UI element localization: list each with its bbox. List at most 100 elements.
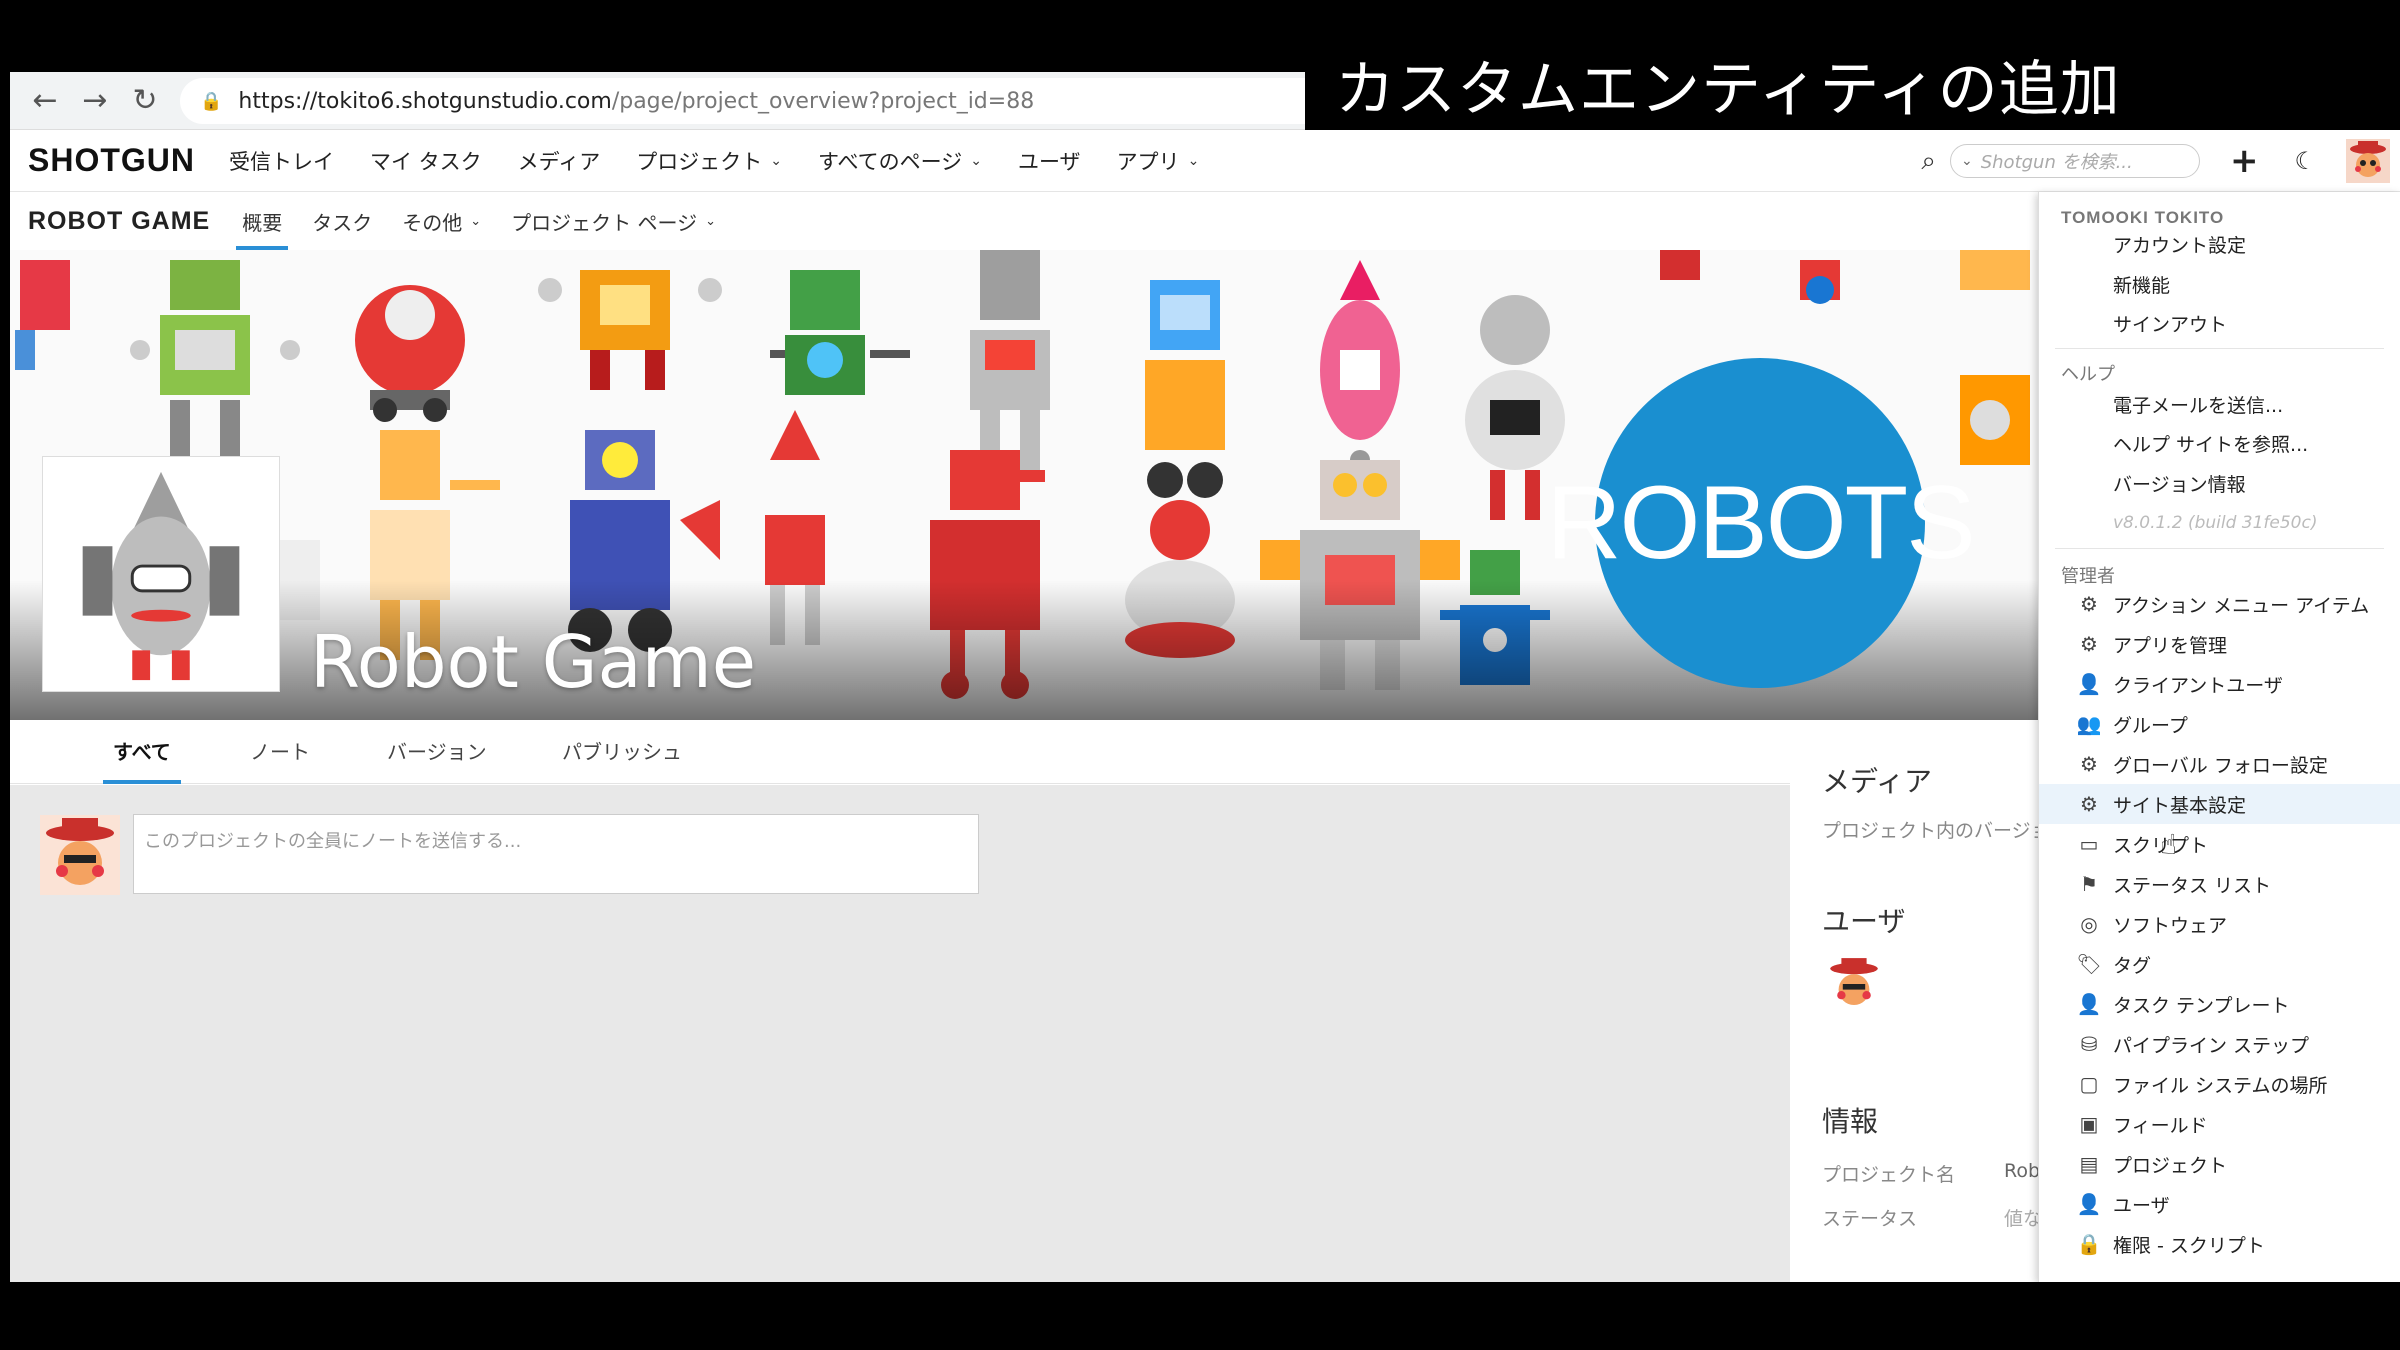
tab-other[interactable]: その他 ⌄ <box>402 192 481 250</box>
menu-item-label: パイプライン ステップ <box>2113 1034 2310 1057</box>
search-input[interactable]: ⌄ Shotgun を検索... <box>1949 144 2200 178</box>
nav-apps[interactable]: アプリ ⌄ <box>1117 146 1200 176</box>
robots-logo: ROBOTS <box>1546 358 1976 688</box>
menu-item-action-menu-items[interactable]: ⚙ アクション メニュー アイテム <box>2039 584 2400 624</box>
nav-label: すべてのページ <box>817 149 963 174</box>
browser-window: ← → ↻ 🔒 https://tokito6.shotgunstudio.co… <box>10 72 2400 1282</box>
menu-item-version-info[interactable]: バージョン情報 <box>2039 463 2400 503</box>
menu-item-client-users[interactable]: 👤 クライアントユーザ <box>2039 664 2400 704</box>
tab-project-pages[interactable]: プロジェクト ページ ⌄ <box>511 192 716 250</box>
tab-notes[interactable]: ノート <box>250 720 310 784</box>
fields-icon: ▣ <box>2079 1112 2099 1136</box>
menu-section-help: ヘルプ <box>2061 364 2115 385</box>
menu-item-task-templates[interactable]: 👤 タスク テンプレート <box>2039 984 2400 1024</box>
nav-projects[interactable]: プロジェクト ⌄ <box>636 146 782 176</box>
user-avatar[interactable] <box>1826 956 1882 1012</box>
menu-divider <box>2055 548 2384 549</box>
menu-item-site-preferences[interactable]: ⚙ サイト基本設定 <box>2039 784 2400 824</box>
tab-publishes[interactable]: パブリッシュ <box>562 720 682 784</box>
menu-item-label: アカウント設定 <box>2113 234 2247 257</box>
users-icon: 👤 <box>2076 1192 2102 1216</box>
search-icon[interactable]: ⌕ <box>1921 146 1936 177</box>
menu-item-scripts[interactable]: ▭ スクリプト <box>2039 824 2400 864</box>
client-users-icon: 👤 <box>2076 672 2102 696</box>
back-icon[interactable]: ← <box>20 72 70 130</box>
menu-item-file-system-locations[interactable]: ▢ ファイル システムの場所 <box>2039 1064 2400 1104</box>
menu-item-global-follow-settings[interactable]: ⚙ グローバル フォロー設定 <box>2039 744 2400 784</box>
menu-item-label: サインアウト <box>2113 313 2228 336</box>
menu-item-tags[interactable]: 🏷 タグ <box>2039 944 2400 984</box>
moon-icon[interactable]: ☾ <box>2294 147 2316 175</box>
menu-item-label: サイト基本設定 <box>2113 794 2247 817</box>
groups-icon: 👥 <box>2076 712 2102 736</box>
nav-inbox[interactable]: 受信トレイ <box>229 146 334 176</box>
search-placeholder: Shotgun を検索... <box>1980 152 2133 173</box>
nav-users[interactable]: ユーザ <box>1018 146 1081 176</box>
nav-label: 受信トレイ <box>229 149 334 174</box>
activity-tabs: すべて ノート バージョン パブリッシュ <box>10 720 1790 784</box>
url-path: /page/project_overview?project_id=88 <box>611 88 1035 114</box>
tab-overview[interactable]: 概要 <box>236 192 289 250</box>
user-avatar[interactable] <box>2346 139 2390 183</box>
tab-all[interactable]: すべて <box>103 720 181 784</box>
url-host: https://tokito6.shotgunstudio.com <box>238 88 612 114</box>
reload-icon[interactable]: ↻ <box>120 72 170 130</box>
menu-item-label: クライアントユーザ <box>2113 674 2283 697</box>
permissions-scripts-icon: 🔒 <box>2076 1232 2102 1256</box>
user-avatar <box>40 815 120 895</box>
menu-item-label: 権限 - スクリプト <box>2113 1234 2265 1257</box>
chevron-down-icon[interactable]: ⌄ <box>1961 153 1973 169</box>
menu-item-users[interactable]: 👤 ユーザ <box>2039 1184 2400 1224</box>
note-input[interactable]: このプロジェクトの全員にノートを送信する... <box>133 814 979 894</box>
tags-icon: 🏷 <box>2076 952 2102 976</box>
menu-item-manage-apps[interactable]: ⚙ アプリを管理 <box>2039 624 2400 664</box>
tab-tasks[interactable]: タスク <box>312 192 372 250</box>
nav-label: メディア <box>517 149 601 174</box>
site-preferences-icon: ⚙ <box>2080 792 2098 816</box>
menu-item-whats-new[interactable]: 新機能 <box>2039 264 2400 304</box>
chevron-down-icon: ⌄ <box>770 152 782 169</box>
menu-item-software[interactable]: ◎ ソフトウェア <box>2039 904 2400 944</box>
user-menu-dropdown: TOMOOKI TOKITO アカウント設定 新機能 サインアウト ヘルプ 電子… <box>2038 192 2400 1282</box>
tab-label: プロジェクト ページ <box>511 210 698 235</box>
forward-icon[interactable]: → <box>70 72 120 130</box>
menu-item-groups[interactable]: 👥 グループ <box>2039 704 2400 744</box>
menu-item-pipeline-steps[interactable]: ⛁ パイプライン ステップ <box>2039 1024 2400 1064</box>
project-title[interactable]: ROBOT GAME <box>28 207 210 236</box>
app-header: SHOTGUN 受信トレイ マイ タスク メディア プロジェクト ⌄ すべてのペー… <box>10 130 2400 192</box>
menu-item-send-email[interactable]: 電子メールを送信... <box>2039 384 2400 424</box>
menu-item-label: バージョン情報 <box>2113 473 2246 496</box>
menu-item-help-site[interactable]: ヘルプ サイトを参照... <box>2039 423 2400 463</box>
info-label: プロジェクト名 <box>1822 1164 1956 1186</box>
action-menu-items-icon: ⚙ <box>2080 592 2098 616</box>
users-title: ユーザ <box>1822 905 1906 938</box>
chevron-down-icon: ⌄ <box>970 152 982 169</box>
nav-my-tasks[interactable]: マイ タスク <box>370 146 482 176</box>
menu-item-account-settings[interactable]: アカウント設定 <box>2039 224 2400 264</box>
info-value[interactable]: 値な <box>2004 1204 2042 1231</box>
project-thumbnail[interactable] <box>42 456 280 692</box>
project-banner: ROBOTS Robot Game <box>10 250 2050 720</box>
nav-all-pages[interactable]: すべてのページ ⌄ <box>818 146 982 176</box>
nav-label: プロジェクト <box>636 149 763 174</box>
menu-divider <box>2055 348 2384 349</box>
menu-item-label: ユーザ <box>2113 1194 2170 1217</box>
nav-label: アプリ <box>1116 149 1180 174</box>
menu-item-projects[interactable]: ▤ プロジェクト <box>2039 1144 2400 1184</box>
menu-item-label: 新機能 <box>2113 274 2171 297</box>
menu-version-text: v8.0.1.2 (build 31fe50c) <box>2039 503 2400 543</box>
plus-icon[interactable]: + <box>2230 141 2259 181</box>
global-follow-settings-icon: ⚙ <box>2080 752 2098 776</box>
tab-versions[interactable]: バージョン <box>387 720 487 784</box>
menu-item-fields[interactable]: ▣ フィールド <box>2039 1104 2400 1144</box>
nav-media[interactable]: メディア <box>518 146 601 176</box>
menu-item-label: ヘルプ サイトを参照... <box>2113 433 2309 456</box>
menu-item-label: ステータス リスト <box>2113 874 2272 897</box>
menu-item-label: 電子メールを送信... <box>2113 394 2284 417</box>
shotgun-logo[interactable]: SHOTGUN <box>28 142 195 179</box>
menu-item-permissions-scripts[interactable]: 🔒 権限 - スクリプト <box>2039 1224 2400 1264</box>
address-bar[interactable]: 🔒 https://tokito6.shotgunstudio.com/page… <box>180 78 1310 124</box>
menu-item-status-lists[interactable]: ⚑ ステータス リスト <box>2039 864 2400 904</box>
menu-item-sign-out[interactable]: サインアウト <box>2039 303 2400 343</box>
menu-item-label: ファイル システムの場所 <box>2113 1074 2328 1097</box>
